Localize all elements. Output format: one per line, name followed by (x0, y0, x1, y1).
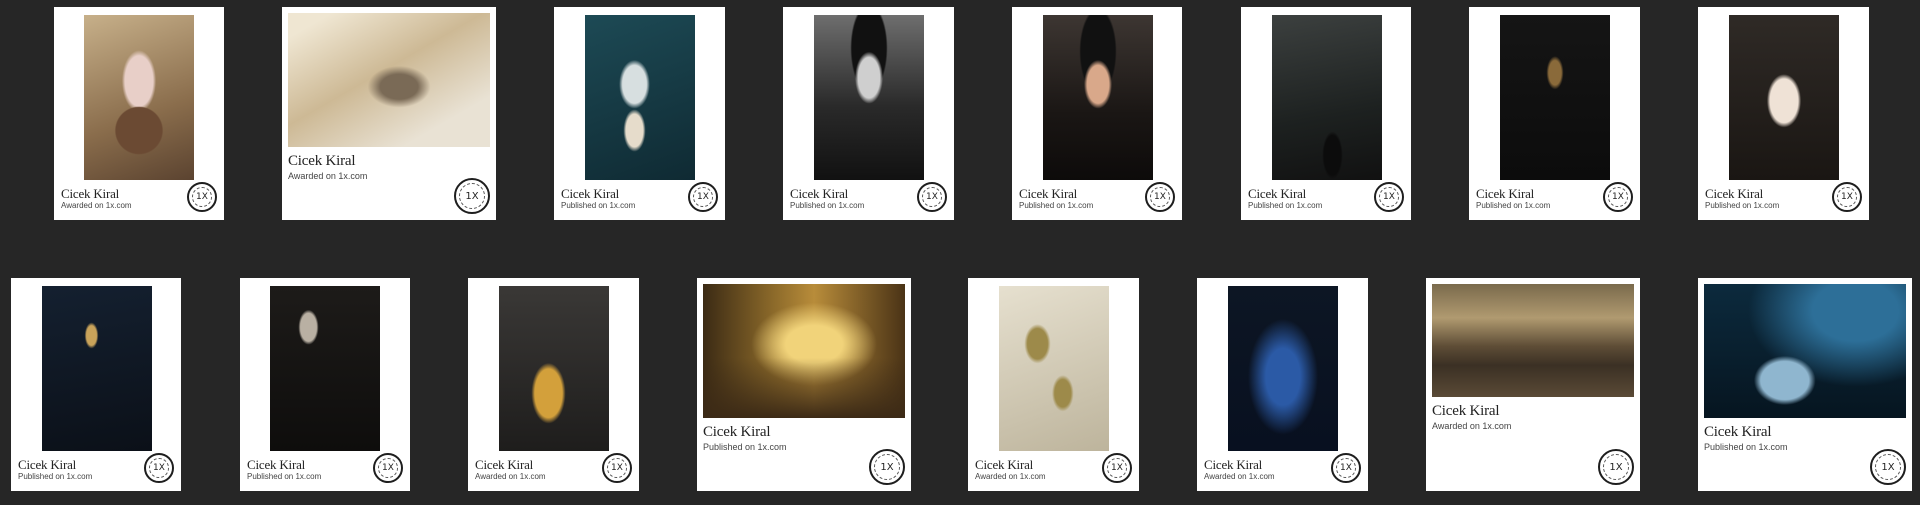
photo-card[interactable]: Cicek Kiral Awarded on 1x.com 1X (968, 278, 1139, 491)
photo-image[interactable] (1228, 286, 1338, 451)
publication-status: Awarded on 1x.com (975, 472, 1046, 481)
publication-status: Published on 1x.com (703, 442, 787, 452)
photographer-name[interactable]: Cicek Kiral (1019, 186, 1077, 202)
publication-status: Published on 1x.com (790, 201, 865, 210)
photo-card[interactable]: Cicek Kiral Published on 1x.com 1X (1469, 7, 1640, 220)
badge-label: 1X (1612, 192, 1624, 202)
badge-label: 1X (1841, 192, 1853, 202)
photo-image[interactable] (1729, 15, 1839, 180)
photographer-name[interactable]: Cicek Kiral (561, 186, 619, 202)
photo-card[interactable]: Cicek Kiral Published on 1x.com 1X (11, 278, 181, 491)
publication-status: Awarded on 1x.com (288, 171, 368, 181)
photographer-name[interactable]: Cicek Kiral (288, 153, 356, 170)
1x-badge-icon: 1X (1102, 453, 1132, 483)
1x-badge-icon: 1X (1870, 449, 1906, 485)
photo-card[interactable]: Cicek Kiral Published on 1x.com 1X (1241, 7, 1411, 220)
badge-label: 1X (196, 192, 208, 202)
badge-label: 1X (465, 190, 479, 202)
photographer-name[interactable]: Cicek Kiral (1248, 186, 1306, 202)
badge-label: 1X (1111, 463, 1123, 473)
1x-badge-icon: 1X (1331, 453, 1361, 483)
1x-badge-icon: 1X (1598, 449, 1634, 485)
photographer-name[interactable]: Cicek Kiral (1476, 186, 1534, 202)
badge-label: 1X (611, 463, 623, 473)
photo-image[interactable] (703, 284, 905, 418)
photo-card[interactable]: Cicek Kiral Awarded on 1x.com 1X (1197, 278, 1368, 491)
photo-image[interactable] (814, 15, 924, 180)
1x-badge-icon: 1X (917, 182, 947, 212)
photo-image[interactable] (1272, 15, 1382, 180)
photographer-name[interactable]: Cicek Kiral (247, 457, 305, 473)
1x-badge-icon: 1X (373, 453, 403, 483)
publication-status: Published on 1x.com (1705, 201, 1780, 210)
publication-status: Awarded on 1x.com (1432, 421, 1512, 431)
photographer-name[interactable]: Cicek Kiral (61, 186, 119, 202)
photographer-name[interactable]: Cicek Kiral (1204, 457, 1262, 473)
photo-card[interactable]: Cicek Kiral Published on 1x.com 1X (1698, 7, 1869, 220)
photo-image[interactable] (1500, 15, 1610, 180)
photographer-name[interactable]: Cicek Kiral (18, 457, 76, 473)
1x-badge-icon: 1X (1832, 182, 1862, 212)
1x-badge-icon: 1X (1145, 182, 1175, 212)
photo-card[interactable]: Cicek Kiral Published on 1x.com 1X (783, 7, 954, 220)
photographer-name[interactable]: Cicek Kiral (1432, 403, 1500, 420)
photo-image[interactable] (288, 13, 490, 147)
badge-label: 1X (697, 192, 709, 202)
badge-label: 1X (153, 463, 165, 473)
1x-badge-icon: 1X (869, 449, 905, 485)
publication-status: Awarded on 1x.com (475, 472, 546, 481)
publication-status: Published on 1x.com (1248, 201, 1323, 210)
publication-status: Awarded on 1x.com (61, 201, 132, 210)
photo-image[interactable] (42, 286, 152, 451)
publication-status: Published on 1x.com (247, 472, 322, 481)
photo-card[interactable]: Cicek Kiral Published on 1x.com 1X (1012, 7, 1182, 220)
photo-card[interactable]: Cicek Kiral Published on 1x.com 1X (1698, 278, 1912, 491)
publication-status: Published on 1x.com (1704, 442, 1788, 452)
publication-status: Published on 1x.com (18, 472, 93, 481)
badge-label: 1X (1881, 461, 1895, 473)
photographer-name[interactable]: Cicek Kiral (790, 186, 848, 202)
publication-status: Published on 1x.com (561, 201, 636, 210)
photo-image[interactable] (1043, 15, 1153, 180)
photographer-name[interactable]: Cicek Kiral (975, 457, 1033, 473)
badge-label: 1X (382, 463, 394, 473)
photo-card[interactable]: Cicek Kiral Published on 1x.com 1X (697, 278, 911, 491)
1x-badge-icon: 1X (454, 178, 490, 214)
1x-badge-icon: 1X (688, 182, 718, 212)
photographer-name[interactable]: Cicek Kiral (1704, 424, 1772, 441)
photographer-name[interactable]: Cicek Kiral (703, 424, 771, 441)
1x-badge-icon: 1X (602, 453, 632, 483)
badge-label: 1X (926, 192, 938, 202)
publication-status: Awarded on 1x.com (1204, 472, 1275, 481)
photographer-name[interactable]: Cicek Kiral (475, 457, 533, 473)
photo-image[interactable] (1432, 284, 1634, 397)
photo-image[interactable] (270, 286, 380, 451)
photo-card[interactable]: Cicek Kiral Awarded on 1x.com 1X (282, 7, 496, 220)
publication-status: Published on 1x.com (1476, 201, 1551, 210)
1x-badge-icon: 1X (1603, 182, 1633, 212)
photo-card[interactable]: Cicek Kiral Awarded on 1x.com 1X (1426, 278, 1640, 491)
photo-card[interactable]: Cicek Kiral Published on 1x.com 1X (554, 7, 725, 220)
1x-badge-icon: 1X (1374, 182, 1404, 212)
badge-label: 1X (880, 461, 894, 473)
badge-label: 1X (1154, 192, 1166, 202)
badge-label: 1X (1609, 461, 1623, 473)
1x-badge-icon: 1X (144, 453, 174, 483)
photo-card[interactable]: Cicek Kiral Awarded on 1x.com 1X (468, 278, 639, 491)
photo-image[interactable] (1704, 284, 1906, 418)
badge-label: 1X (1383, 192, 1395, 202)
photo-image[interactable] (999, 286, 1109, 451)
photo-card[interactable]: Cicek Kiral Published on 1x.com 1X (240, 278, 410, 491)
photo-card[interactable]: Cicek Kiral Awarded on 1x.com 1X (54, 7, 224, 220)
photo-image[interactable] (585, 15, 695, 180)
1x-badge-icon: 1X (187, 182, 217, 212)
photo-image[interactable] (84, 15, 194, 180)
photographer-name[interactable]: Cicek Kiral (1705, 186, 1763, 202)
badge-label: 1X (1340, 463, 1352, 473)
photo-image[interactable] (499, 286, 609, 451)
publication-status: Published on 1x.com (1019, 201, 1094, 210)
